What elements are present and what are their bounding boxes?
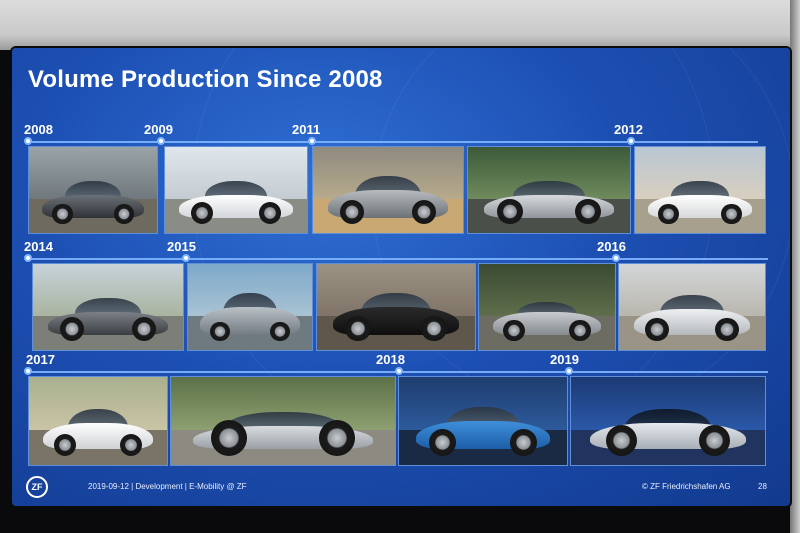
car-photo (570, 376, 766, 466)
car-photo (187, 263, 313, 351)
timeline-row-1 (28, 141, 758, 143)
car-photo (398, 376, 568, 466)
car-photo (28, 376, 168, 466)
timeline-marker (24, 254, 32, 262)
year-label: 2014 (24, 239, 53, 254)
timeline-row-2 (28, 258, 768, 260)
car-photo (312, 146, 464, 234)
timeline-marker (24, 367, 32, 375)
footer-info: 2019-09-12 | Development | E-Mobility @ … (88, 482, 247, 491)
presentation-screen: Volume Production Since 2008 2008 2009 2… (12, 48, 790, 506)
timeline-marker (182, 254, 190, 262)
car-photo (164, 146, 308, 234)
timeline-marker (24, 137, 32, 145)
year-label: 2017 (26, 352, 55, 367)
year-label: 2015 (167, 239, 196, 254)
year-label: 2008 (24, 122, 53, 137)
car-photo (170, 376, 396, 466)
car-photo (316, 263, 476, 351)
page-number: 28 (758, 482, 767, 491)
year-label: 2016 (597, 239, 626, 254)
timeline-marker (157, 137, 165, 145)
footer-copyright: © ZF Friedrichshafen AG (642, 482, 731, 491)
year-label: 2018 (376, 352, 405, 367)
timeline-marker (565, 367, 573, 375)
slide-title: Volume Production Since 2008 (28, 66, 383, 93)
timeline-marker (308, 137, 316, 145)
car-photo (478, 263, 616, 351)
year-label: 2011 (292, 122, 321, 137)
car-photo (634, 146, 766, 234)
timeline-marker (627, 137, 635, 145)
year-label: 2019 (550, 352, 579, 367)
car-photo (28, 146, 158, 234)
car-photo (32, 263, 184, 351)
wall-edge (790, 0, 800, 533)
zf-logo: ZF (26, 476, 48, 498)
timeline-marker (612, 254, 620, 262)
car-photo (618, 263, 766, 351)
year-label: 2012 (614, 122, 643, 137)
timeline-marker (395, 367, 403, 375)
wall-background (0, 0, 800, 50)
year-label: 2009 (144, 122, 173, 137)
car-photo (467, 146, 631, 234)
